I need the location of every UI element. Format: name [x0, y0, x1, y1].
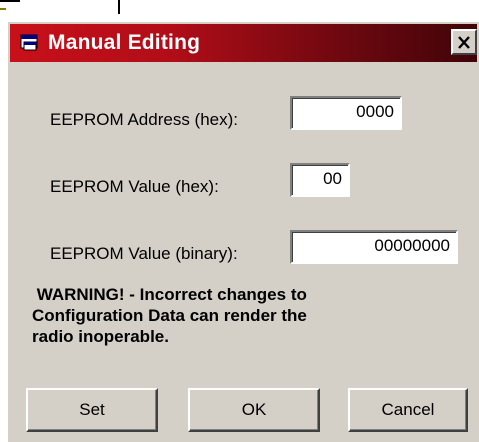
- eeprom-value-binary-input[interactable]: 00000000: [290, 230, 458, 264]
- window-icon[interactable]: [20, 34, 40, 52]
- eeprom-value-binary-label: EEPROM Value (binary):: [50, 244, 238, 263]
- eeprom-address-label: EEPROM Address (hex):: [50, 110, 239, 129]
- warning-line-3: radio inoperable.: [32, 327, 169, 346]
- window-title: Manual Editing: [48, 31, 201, 54]
- warning-line-1: WARNING! - Incorrect changes to: [32, 285, 307, 304]
- background-fragment: [0, 0, 20, 2]
- set-button[interactable]: Set: [26, 388, 158, 432]
- manual-editing-dialog: Manual Editing EEPROM Address (hex): 000…: [6, 20, 479, 442]
- eeprom-value-hex-input[interactable]: 00: [290, 163, 350, 197]
- background-fragment: [118, 0, 120, 14]
- eeprom-address-input[interactable]: 0000: [290, 96, 402, 130]
- ok-button[interactable]: OK: [188, 388, 320, 432]
- eeprom-value-hex-label: EEPROM Value (hex):: [50, 177, 219, 196]
- cancel-button[interactable]: Cancel: [348, 388, 468, 432]
- background-fragment: [0, 8, 6, 10]
- warning-line-2: Configuration Data can render the: [32, 306, 307, 325]
- close-button[interactable]: [451, 29, 477, 55]
- warning-message: WARNING! - Incorrect changes to Configur…: [32, 284, 462, 347]
- title-bar[interactable]: Manual Editing: [10, 24, 477, 62]
- close-icon: [458, 35, 470, 49]
